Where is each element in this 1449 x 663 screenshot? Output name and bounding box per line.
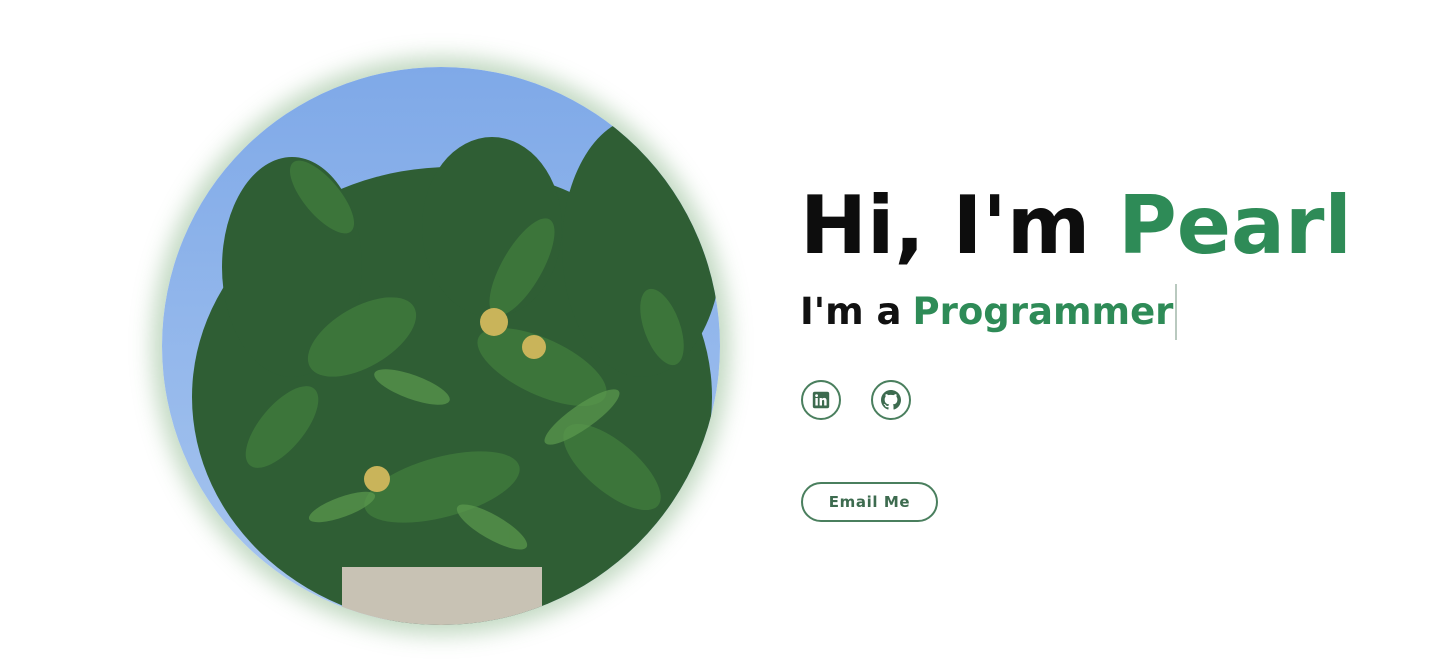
profile-photo-image	[162, 67, 720, 625]
role-prefix-text: I'm a	[800, 290, 902, 333]
role-text: Programmer	[912, 290, 1174, 333]
social-links	[801, 380, 1420, 420]
email-me-button[interactable]: Email Me	[801, 482, 938, 522]
name-text: Pearl	[1118, 179, 1352, 272]
hero-headline: Hi, I'm Pearl	[800, 176, 1420, 276]
hero-section: Hi, I'm Pearl I'm a Programmer Email Me	[0, 0, 1449, 663]
linkedin-link[interactable]	[801, 380, 841, 420]
intro-block: Hi, I'm Pearl I'm a Programmer Email Me	[800, 176, 1420, 522]
github-icon	[881, 390, 901, 410]
greeting-text: Hi, I'm	[800, 179, 1119, 272]
hero-subline: I'm a Programmer	[800, 284, 1420, 340]
typing-cursor	[1175, 284, 1178, 340]
profile-photo	[162, 67, 720, 625]
github-link[interactable]	[871, 380, 911, 420]
linkedin-icon	[812, 391, 830, 409]
